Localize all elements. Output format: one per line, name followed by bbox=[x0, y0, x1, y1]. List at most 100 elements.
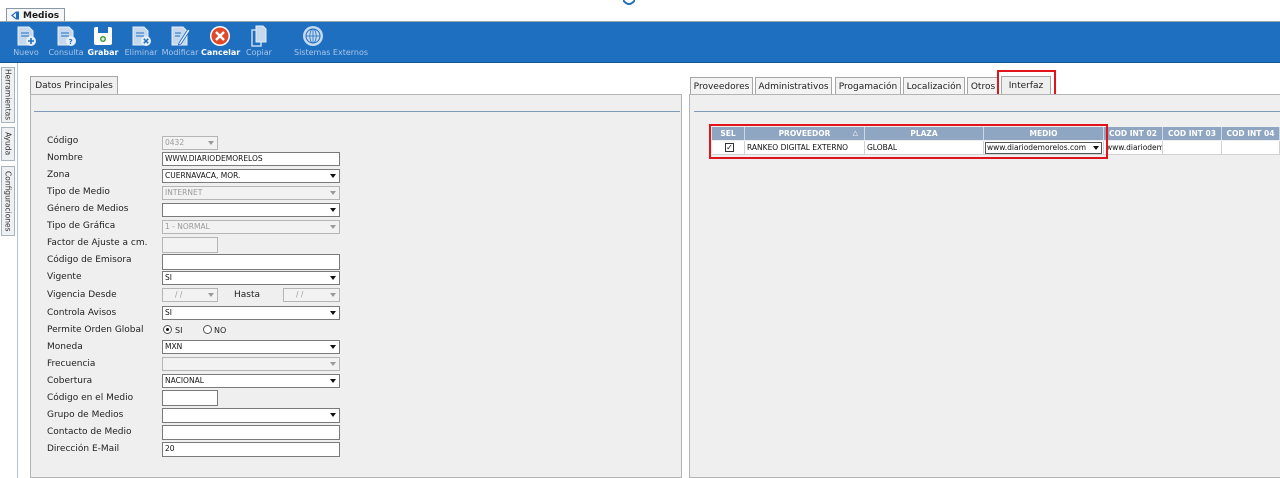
chevron-down-icon bbox=[330, 225, 336, 229]
document-tab-strip: Medios bbox=[0, 0, 1280, 22]
save-button[interactable]: Grabar bbox=[84, 23, 122, 61]
codigo-en-medio-label: Código en el Medio bbox=[47, 393, 134, 403]
app-window: Medios Nuevo ? Consulta Grabar Eliminar … bbox=[0, 0, 1280, 478]
genero-medios-label: Género de Medios bbox=[47, 204, 129, 214]
nombre-label: Nombre bbox=[47, 153, 83, 163]
tab-otros[interactable]: Otros bbox=[967, 77, 999, 95]
orden-global-no-radio[interactable] bbox=[203, 325, 212, 334]
copy-icon bbox=[251, 25, 267, 47]
column-header-cod-int-02[interactable]: COD INT 02 bbox=[1104, 127, 1163, 140]
table-row-cod-int-03-cell[interactable] bbox=[1163, 141, 1222, 155]
codigo-select[interactable]: 0432 bbox=[162, 136, 218, 150]
cobertura-label: Cobertura bbox=[47, 376, 93, 386]
codigo-emisora-input[interactable] bbox=[162, 254, 340, 270]
side-tab-configuraciones[interactable]: Configuraciones bbox=[1, 166, 15, 236]
hasta-date[interactable]: / / bbox=[283, 288, 340, 302]
genero-medios-select[interactable] bbox=[162, 203, 340, 217]
main-toolbar: Nuevo ? Consulta Grabar Eliminar Modific… bbox=[0, 22, 1280, 63]
tab-datos-principales[interactable]: Datos Principales bbox=[30, 76, 118, 95]
divider bbox=[694, 111, 1280, 112]
chevron-down-icon bbox=[330, 345, 336, 349]
edit-button[interactable]: Modificar bbox=[161, 23, 199, 61]
divider bbox=[34, 111, 680, 112]
contacto-medio-input[interactable] bbox=[162, 425, 340, 440]
tipo-grafica-select[interactable]: 1 - NORMAL bbox=[162, 220, 340, 234]
new-button[interactable]: Nuevo bbox=[7, 23, 45, 61]
tipo-medio-label: Tipo de Medio bbox=[47, 187, 110, 197]
controla-avisos-label: Controla Avisos bbox=[47, 308, 117, 318]
moneda-select[interactable]: MXN bbox=[162, 340, 340, 354]
vigencia-desde-label: Vigencia Desde bbox=[47, 290, 117, 300]
delete-doc-icon bbox=[132, 26, 151, 46]
query-button[interactable]: ? Consulta bbox=[47, 23, 85, 61]
orden-global-no-label: NO bbox=[214, 326, 227, 335]
datos-principales-panel bbox=[30, 94, 682, 478]
document-tab-medios[interactable]: Medios bbox=[6, 8, 66, 22]
grupo-medios-select[interactable] bbox=[162, 408, 340, 423]
column-header-cod-int-04[interactable]: COD INT 04 bbox=[1222, 127, 1280, 140]
tipo-grafica-label: Tipo de Gráfica bbox=[47, 221, 116, 231]
table-row-cod-int-04-cell[interactable] bbox=[1222, 141, 1280, 155]
side-tab-bar: Herramientas Ayuda Configuraciones bbox=[0, 63, 18, 478]
back-arrow-icon bbox=[11, 11, 19, 20]
table-row-cod-int-02-cell[interactable]: www.diariodemo bbox=[1104, 141, 1163, 155]
highlight-grid-columns bbox=[709, 124, 1108, 159]
edit-doc-icon bbox=[171, 26, 191, 46]
tab-administrativos[interactable]: Administrativos bbox=[755, 77, 832, 95]
tab-proveedores[interactable]: Proveedores bbox=[690, 77, 753, 95]
cancel-icon bbox=[210, 26, 230, 46]
codigo-en-medio-input[interactable] bbox=[162, 390, 218, 406]
chevron-down-icon bbox=[208, 293, 214, 297]
collapse-handle-icon[interactable] bbox=[623, 0, 635, 5]
vigente-select[interactable]: SI bbox=[162, 271, 340, 285]
chevron-down-icon bbox=[208, 141, 214, 145]
chevron-down-icon bbox=[330, 276, 336, 280]
chevron-down-icon bbox=[330, 379, 336, 383]
chevron-down-icon bbox=[330, 413, 336, 417]
chevron-down-icon bbox=[330, 191, 336, 195]
document-tab-label: Medios bbox=[23, 10, 60, 21]
cobertura-select[interactable]: NACIONAL bbox=[162, 374, 340, 388]
external-systems-button[interactable]: Sistemas Externos bbox=[294, 23, 368, 61]
copy-button[interactable]: Copiar bbox=[240, 23, 278, 61]
tipo-medio-select[interactable]: INTERNET bbox=[162, 186, 340, 200]
frecuencia-label: Frecuencia bbox=[47, 359, 96, 369]
zona-select[interactable]: CUERNAVACA, MOR. bbox=[162, 169, 340, 183]
delete-button[interactable]: Eliminar bbox=[122, 23, 160, 61]
chevron-down-icon bbox=[330, 174, 336, 178]
grupo-medios-label: Grupo de Medios bbox=[47, 410, 124, 420]
direccion-email-label: Dirección E-Mail bbox=[47, 444, 120, 454]
frecuencia-select[interactable] bbox=[162, 357, 340, 371]
save-icon bbox=[94, 27, 112, 45]
tab-localizacion[interactable]: Localización bbox=[903, 77, 965, 95]
contacto-medio-label: Contacto de Medio bbox=[47, 427, 132, 437]
chevron-down-icon bbox=[330, 362, 336, 366]
external-systems-icon bbox=[303, 26, 323, 46]
cancel-button[interactable]: Cancelar bbox=[201, 23, 240, 61]
codigo-emisora-label: Código de Emisora bbox=[47, 255, 132, 265]
orden-global-si-radio[interactable] bbox=[163, 325, 172, 334]
vigencia-desde-date[interactable]: / / bbox=[162, 288, 218, 302]
svg-text:?: ? bbox=[69, 38, 73, 46]
factor-ajuste-label: Factor de Ajuste a cm. bbox=[47, 238, 148, 248]
new-doc-icon bbox=[17, 26, 36, 46]
side-tab-herramientas[interactable]: Herramientas bbox=[1, 67, 15, 123]
hasta-label: Hasta bbox=[234, 290, 261, 300]
zona-label: Zona bbox=[47, 170, 70, 180]
side-tab-ayuda[interactable]: Ayuda bbox=[1, 127, 15, 161]
chevron-down-icon bbox=[330, 293, 336, 297]
orden-global-si-label: SI bbox=[175, 326, 183, 335]
vigente-label: Vigente bbox=[47, 272, 82, 282]
direccion-email-input[interactable]: 20 bbox=[162, 442, 340, 457]
chevron-down-icon bbox=[330, 208, 336, 212]
codigo-label: Código bbox=[47, 136, 79, 146]
permite-orden-global-label: Permite Orden Global bbox=[47, 325, 144, 335]
tab-progamacion[interactable]: Progamación bbox=[835, 77, 901, 95]
query-doc-icon: ? bbox=[57, 26, 76, 46]
factor-ajuste-input[interactable] bbox=[162, 237, 218, 253]
moneda-label: Moneda bbox=[47, 342, 83, 352]
controla-avisos-select[interactable]: SI bbox=[162, 306, 340, 320]
nombre-input[interactable]: WWW.DIARIODEMORELOS bbox=[162, 152, 340, 166]
column-header-cod-int-03[interactable]: COD INT 03 bbox=[1163, 127, 1222, 140]
chevron-down-icon bbox=[330, 311, 336, 315]
